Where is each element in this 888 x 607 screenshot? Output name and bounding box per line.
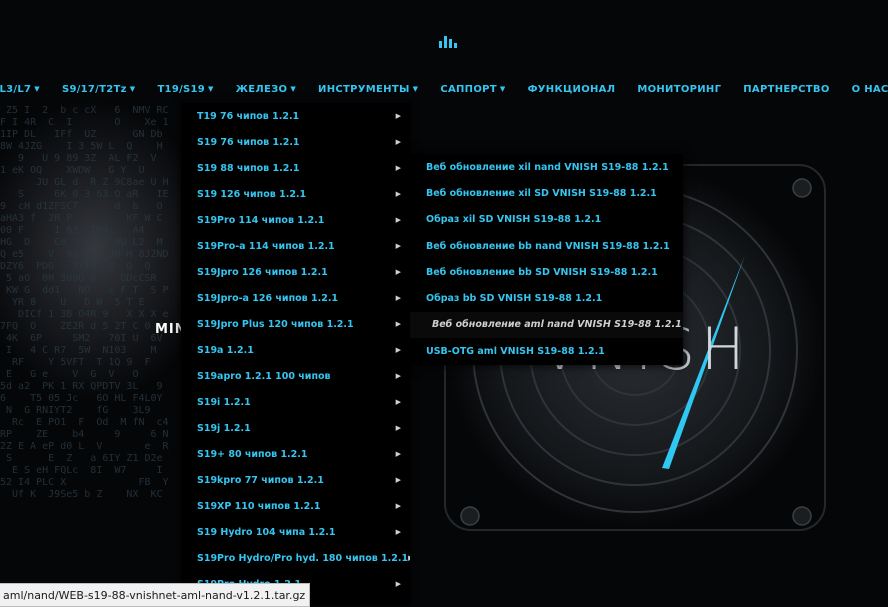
chevron-right-icon: ▶ (396, 138, 401, 146)
nav-item-3[interactable]: ЖЕЛЕЗО ▼ (225, 82, 307, 102)
chevron-right-icon: ▶ (396, 528, 401, 536)
chevron-right-icon: ▶ (396, 242, 401, 250)
dropdown-item-label: S19Jpro Plus 120 чипов 1.2.1 (197, 319, 354, 330)
chevron-right-icon: ▶ (396, 190, 401, 198)
chevron-right-icon: ▶ (396, 216, 401, 224)
nav-item-8[interactable]: ПАРТНЕРСТВО (732, 82, 840, 102)
caret-down-icon: ▼ (208, 85, 214, 93)
submenu-item[interactable]: Веб обновление xil nand VNISH S19-88 1.2… (410, 154, 683, 180)
dropdown-item[interactable]: S19j 1.2.1 ▶ (181, 415, 410, 441)
dropdown-item[interactable]: S19Pro Hydro/Pro hyd. 180 чипов 1.2.1▶ (181, 545, 410, 571)
nav-item-4[interactable]: ИНСТРУМЕНТЫ ▼ (307, 82, 429, 102)
dropdown-item-label: S19i 1.2.1 (197, 397, 251, 408)
dropdown-item-label: S19+ 80 чипов 1.2.1 (197, 449, 308, 460)
dropdown-item[interactable]: S19Pro-a 114 чипов 1.2.1 ▶ (181, 233, 410, 259)
caret-down-icon: ▼ (290, 85, 296, 93)
caret-down-icon: ▼ (130, 85, 136, 93)
dropdown-item[interactable]: S19a 1.2.1 ▶ (181, 337, 410, 363)
dropdown-item-label: S19 88 чипов 1.2.1 (197, 163, 300, 174)
caret-down-icon: ▼ (34, 85, 40, 93)
chevron-right-icon: ▶ (396, 346, 401, 354)
nav-item-label: МОНИТОРИНГ (637, 84, 721, 95)
submenu-item[interactable]: Веб обновление bb nand VNISH S19-88 1.2.… (410, 233, 683, 259)
nav-item-label: T19/S19 (157, 84, 205, 95)
nav-item-label: САППОРТ (440, 84, 497, 95)
dropdown-item[interactable]: S19apro 1.2.1 100 чипов ▶ (181, 363, 410, 389)
submenu-item[interactable]: Веб обновление bb SD VNISH S19-88 1.2.1 (410, 259, 683, 285)
dropdown-item[interactable]: S19Jpro Plus 120 чипов 1.2.1 ▶ (181, 311, 410, 337)
nav-item-7[interactable]: МОНИТОРИНГ (626, 82, 732, 102)
dropdown-item[interactable]: S19Jpro 126 чипов 1.2.1 ▶ (181, 259, 410, 285)
dropdown-item[interactable]: S19XP 110 чипов 1.2.1 ▶ (181, 493, 410, 519)
chevron-right-icon: ▶ (396, 502, 401, 510)
nav-item-label: L3/L7 (0, 84, 31, 95)
s19-88-submenu: Веб обновление xil nand VNISH S19-88 1.2… (410, 154, 683, 365)
chevron-right-icon: ▶ (396, 580, 401, 588)
dropdown-item-label: S19Pro 114 чипов 1.2.1 (197, 215, 324, 226)
submenu-item-hovered[interactable]: Веб обновление aml nand VNISH S19-88 1.2… (410, 312, 683, 338)
dropdown-item-label: S19XP 110 чипов 1.2.1 (197, 501, 320, 512)
chevron-right-icon: ▶ (396, 476, 401, 484)
logo-bars-icon[interactable] (439, 36, 457, 48)
dropdown-item[interactable]: S19 Hydro 104 чипа 1.2.1 ▶ (181, 519, 410, 545)
dropdown-item-label: S19kpro 77 чипов 1.2.1 (197, 475, 324, 486)
dropdown-item[interactable]: S19Jpro-a 126 чипов 1.2.1 ▶ (181, 285, 410, 311)
nav-item-label: ИНСТРУМЕНТЫ (318, 84, 410, 95)
submenu-item[interactable]: Веб обновление xil SD VNISH S19-88 1.2.1 (410, 180, 683, 206)
dropdown-item-label: S19Jpro 126 чипов 1.2.1 (197, 267, 328, 278)
dropdown-item[interactable]: S19 88 чипов 1.2.1 ▶ (181, 155, 410, 181)
matrix-code-background: Z5 I 2 b c cX 6 NMV RC F I 4R C I O Xe 1… (0, 105, 180, 505)
chevron-right-icon: ▶ (396, 164, 401, 172)
dropdown-item-label: S19j 1.2.1 (197, 423, 251, 434)
submenu-item[interactable]: Образ xil SD VNISH S19-88 1.2.1 (410, 207, 683, 233)
dropdown-item-label: S19 126 чипов 1.2.1 (197, 189, 306, 200)
chevron-right-icon: ▶ (396, 268, 401, 276)
chevron-right-icon: ▶ (396, 398, 401, 406)
caret-down-icon: ▼ (413, 85, 419, 93)
chevron-right-icon: ▶ (396, 320, 401, 328)
dropdown-item-label: S19apro 1.2.1 100 чипов (197, 371, 331, 382)
dropdown-item-label: S19Jpro-a 126 чипов 1.2.1 (197, 293, 338, 304)
chevron-right-icon: ▶ (396, 450, 401, 458)
submenu-item[interactable]: USB-OTG aml VNISH S19-88 1.2.1 (410, 338, 683, 364)
dropdown-item[interactable]: S19Pro 114 чипов 1.2.1 ▶ (181, 207, 410, 233)
nav-item-2[interactable]: T19/S19 ▼ (146, 82, 224, 102)
chevron-right-icon: ▶ (408, 554, 410, 562)
submenu-item[interactable]: Образ bb SD VNISH S19-88 1.2.1 (410, 285, 683, 311)
chevron-right-icon: ▶ (396, 294, 401, 302)
nav-item-1[interactable]: S9/17/T2Tz ▼ (51, 82, 147, 102)
dropdown-item[interactable]: S19+ 80 чипов 1.2.1 ▶ (181, 441, 410, 467)
dropdown-item[interactable]: T19 76 чипов 1.2.1 ▶ (181, 103, 410, 129)
chevron-right-icon: ▶ (396, 424, 401, 432)
main-navigation: L3/L7 ▼ S9/17/T2Tz ▼ T19/S19 ▼ ЖЕЛЕЗО ▼ ИНСТРУМЕ… (0, 82, 888, 102)
nav-item-label: О НАС (852, 84, 888, 95)
status-bar-url: aml/nand/WEB-s19-88-vnishnet-aml-nand-v1… (0, 583, 310, 607)
dropdown-item-label: S19 76 чипов 1.2.1 (197, 137, 300, 148)
dropdown-item-label: S19Pro-a 114 чипов 1.2.1 (197, 241, 335, 252)
dropdown-item[interactable]: S19 76 чипов 1.2.1 ▶ (181, 129, 410, 155)
nav-item-5[interactable]: САППОРТ ▼ (429, 82, 516, 102)
dropdown-item[interactable]: S19i 1.2.1 ▶ (181, 389, 410, 415)
dropdown-item-label: S19a 1.2.1 (197, 345, 254, 356)
dropdown-item[interactable]: S19kpro 77 чипов 1.2.1 ▶ (181, 467, 410, 493)
nav-item-label: ЖЕЛЕЗО (236, 84, 288, 95)
nav-item-label: S9/17/T2Tz (62, 84, 127, 95)
dropdown-item-label: S19Pro Hydro/Pro hyd. 180 чипов 1.2.1 (197, 553, 408, 564)
chevron-right-icon: ▶ (396, 372, 401, 380)
nav-item-label: ФУНКЦИОНАЛ (528, 84, 616, 95)
nav-item-6[interactable]: ФУНКЦИОНАЛ (517, 82, 627, 102)
dropdown-item-label: T19 76 чипов 1.2.1 (197, 111, 299, 122)
nav-item-label: ПАРТНЕРСТВО (743, 84, 829, 95)
caret-down-icon: ▼ (500, 85, 506, 93)
nav-item-9[interactable]: О НАС (841, 82, 888, 102)
chevron-right-icon: ▶ (396, 112, 401, 120)
dropdown-item[interactable]: S19 126 чипов 1.2.1 ▶ (181, 181, 410, 207)
nav-item-0[interactable]: L3/L7 ▼ (0, 82, 51, 102)
t19-s19-dropdown-menu: T19 76 чипов 1.2.1 ▶ S19 76 чипов 1.2.1 ▶ S1… (181, 103, 410, 605)
dropdown-item-label: S19 Hydro 104 чипа 1.2.1 (197, 527, 335, 538)
